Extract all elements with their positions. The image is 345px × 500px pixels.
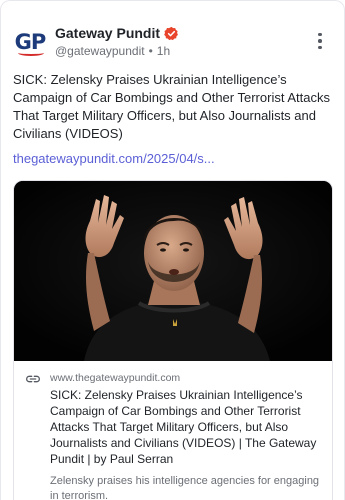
post-text: SICK: Zelensky Praises Ukrainian Intelli… bbox=[13, 72, 330, 141]
post-meta: @gatewaypundit • 1h bbox=[55, 44, 170, 58]
display-name[interactable]: Gateway Pundit bbox=[55, 25, 160, 41]
card-image[interactable] bbox=[14, 181, 332, 361]
card-domain[interactable]: www.thegatewaypundit.com bbox=[50, 372, 180, 384]
card-description: Zelensky praises his intelligence agenci… bbox=[50, 475, 320, 500]
name-row: Gateway Pundit bbox=[55, 25, 179, 41]
handle[interactable]: @gatewaypundit bbox=[55, 44, 145, 58]
post-header: GP Gateway Pundit @gatewaypundit • 1h bbox=[13, 23, 332, 63]
card-title[interactable]: SICK: Zelensky Praises Ukrainian Intelli… bbox=[50, 387, 326, 467]
verified-badge-icon bbox=[164, 26, 178, 40]
avatar-swoosh bbox=[18, 50, 44, 56]
social-post: GP Gateway Pundit @gatewaypundit • 1h SI… bbox=[0, 0, 345, 500]
link-preview-card[interactable]: www.thegatewaypundit.com SICK: Zelensky … bbox=[13, 180, 333, 500]
post-link[interactable]: thegatewaypundit.com/2025/04/s... bbox=[13, 151, 215, 166]
avatar[interactable]: GP bbox=[13, 25, 47, 59]
meta-separator: • bbox=[148, 44, 153, 58]
more-vertical-icon[interactable] bbox=[312, 29, 328, 53]
link-icon bbox=[26, 375, 40, 383]
timestamp[interactable]: 1h bbox=[157, 44, 170, 58]
card-photo bbox=[14, 181, 332, 361]
